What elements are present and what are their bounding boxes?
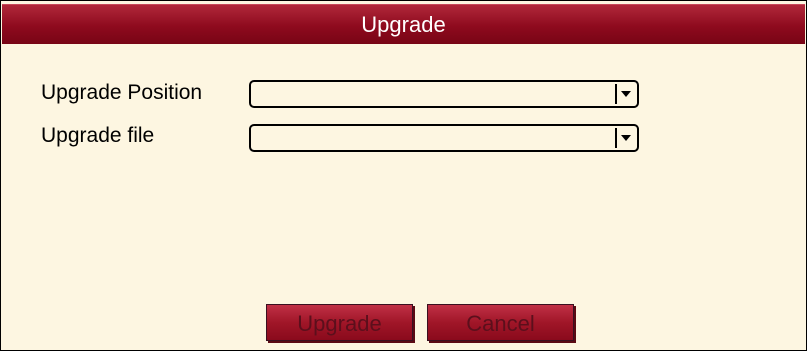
- cancel-button[interactable]: Cancel: [427, 304, 574, 341]
- upgrade-position-dropdown-button[interactable]: [615, 84, 635, 104]
- upgrade-file-select[interactable]: [249, 124, 639, 152]
- upgrade-position-label: Upgrade Position: [41, 81, 203, 104]
- upgrade-file-label: Upgrade file: [41, 124, 155, 147]
- dialog-title: Upgrade: [361, 12, 446, 37]
- title-bar: Upgrade: [2, 4, 805, 44]
- upgrade-dialog: Upgrade Upgrade Position Upgrade file Up…: [0, 0, 807, 351]
- upgrade-position-select[interactable]: [249, 80, 639, 108]
- upgrade-button[interactable]: Upgrade: [266, 304, 413, 341]
- chevron-down-icon: [621, 135, 631, 141]
- cancel-button-label: Cancel: [466, 311, 535, 336]
- upgrade-file-dropdown-button[interactable]: [615, 128, 635, 148]
- chevron-down-icon: [621, 91, 631, 97]
- upgrade-button-label: Upgrade: [297, 311, 382, 336]
